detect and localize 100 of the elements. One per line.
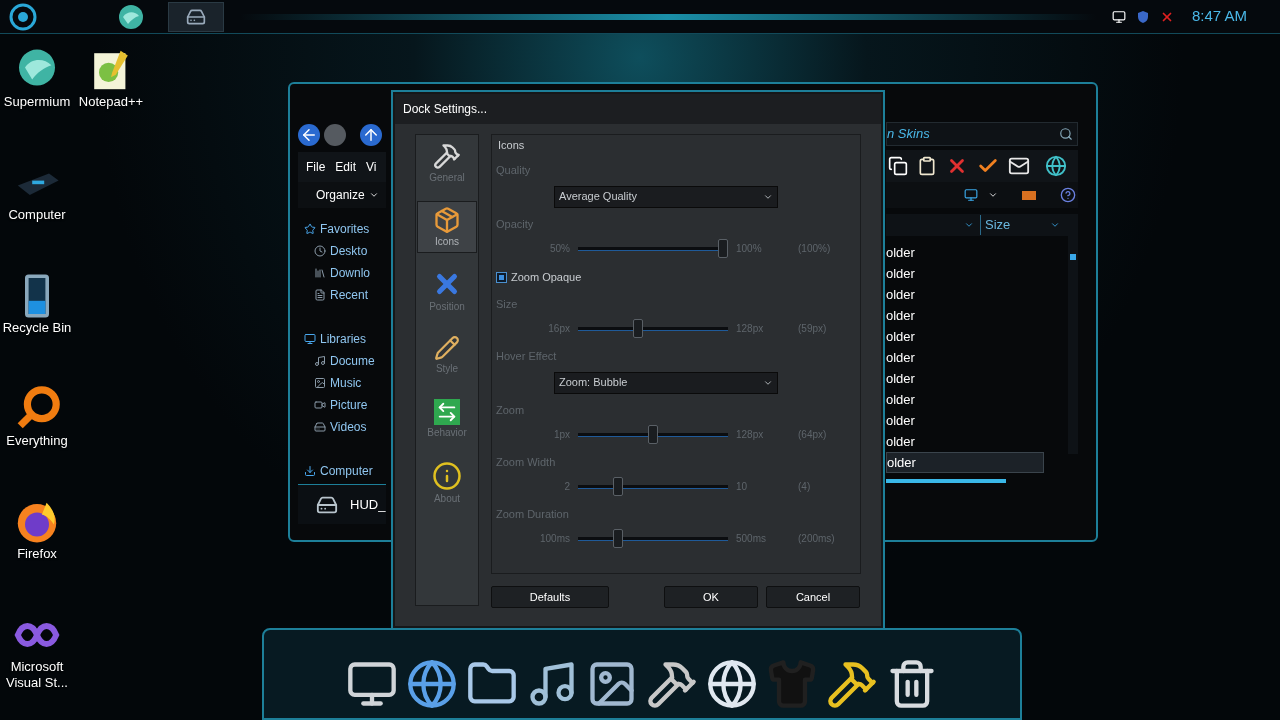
nav-icon	[314, 421, 326, 433]
tools-icon	[433, 141, 461, 170]
nav-item[interactable]: Recent	[298, 284, 386, 306]
globe-icon[interactable]	[706, 658, 758, 710]
file-row[interactable]: older	[886, 410, 1044, 431]
icon-label: Computer	[8, 207, 66, 223]
file-row[interactable]: older	[886, 326, 1044, 347]
file-row[interactable]: older	[886, 242, 1044, 263]
nav-item[interactable]: Computer	[298, 460, 386, 482]
group-title: Icons	[498, 138, 526, 153]
nav-item[interactable]: Favorites	[298, 218, 386, 240]
nav-item[interactable]: Deskto	[298, 240, 386, 262]
setting-label: Zoom Width	[496, 454, 557, 470]
slider-min: 2	[563, 480, 571, 494]
help-icon[interactable]	[1060, 187, 1076, 203]
nav-item[interactable]: Downlo	[298, 262, 386, 284]
nav-icon	[314, 377, 326, 389]
file-row[interactable]: older	[886, 305, 1044, 326]
slider-track[interactable]	[578, 477, 728, 496]
slider-thumb[interactable]	[613, 477, 623, 496]
slider-max: 128px	[735, 322, 765, 336]
nav-item[interactable]: Videos	[298, 416, 386, 438]
nav-icon	[304, 333, 316, 345]
nav-item[interactable]: Picture	[298, 394, 386, 416]
nav-icon	[314, 355, 326, 367]
slider-track[interactable]	[578, 319, 728, 338]
slider-track[interactable]	[578, 425, 728, 444]
slider-reading: (4)	[798, 480, 811, 494]
file-row[interactable]: older	[886, 347, 1044, 368]
menu-item[interactable]: File	[306, 158, 326, 176]
setting-label: Zoom	[496, 402, 526, 418]
dialog-button[interactable]: OK	[664, 586, 758, 608]
dialog-title: Dock Settings...	[403, 101, 488, 118]
globe-icon[interactable]	[1045, 155, 1067, 177]
file-row[interactable]: older	[886, 263, 1044, 284]
shield-icon[interactable]	[1136, 9, 1150, 24]
dialog-button[interactable]: Defaults	[491, 586, 609, 608]
search-field[interactable]: n Skins	[886, 122, 1078, 146]
menu-item[interactable]: Vi	[366, 158, 377, 176]
box-icon	[433, 205, 461, 234]
menu-item[interactable]: Edit	[335, 158, 357, 176]
file-row[interactable]: older	[886, 452, 1044, 473]
icon-label: Microsoft Visual St...	[5, 659, 69, 691]
slider-track[interactable]	[578, 529, 728, 548]
column-caret-icon[interactable]	[964, 220, 974, 230]
start-icon[interactable]	[8, 1, 38, 32]
nav-item[interactable]: Music	[298, 372, 386, 394]
nav-icon	[314, 245, 326, 257]
sidebar-tab[interactable]: Icons	[417, 201, 477, 253]
nav-icon	[314, 289, 326, 301]
checkbox[interactable]	[496, 272, 507, 283]
icon-label: Recycle Bin	[2, 320, 72, 336]
slider-reading: (64px)	[798, 428, 827, 442]
view-icon[interactable]	[964, 188, 978, 202]
copy-icon[interactable]	[888, 156, 908, 176]
file-row[interactable]: older	[886, 431, 1044, 452]
icon-label: Firefox	[17, 546, 57, 562]
details-name: HUD_	[350, 495, 386, 514]
globe-icon[interactable]	[406, 658, 458, 710]
nav-icon	[314, 399, 326, 411]
back-icon[interactable]	[298, 124, 320, 146]
nav-icon	[304, 465, 316, 477]
clipboard-icon[interactable]	[917, 156, 937, 176]
icon-label: Everything	[6, 433, 68, 449]
arrows-icon	[434, 398, 460, 425]
info-icon	[432, 460, 462, 491]
dialog-button[interactable]: Cancel	[766, 586, 860, 608]
pane-icon[interactable]	[1022, 190, 1036, 200]
slider-thumb[interactable]	[718, 239, 728, 258]
column-caret-icon[interactable]	[1050, 220, 1060, 230]
network-icon[interactable]	[1112, 9, 1126, 24]
dropdown[interactable]: Zoom: Bubble	[554, 371, 778, 394]
clock: 8:47 AM	[1192, 6, 1249, 27]
up-icon[interactable]	[360, 124, 382, 146]
nav-icon	[304, 223, 316, 235]
caret-icon[interactable]	[988, 190, 998, 200]
nav-item[interactable]: Docume	[298, 350, 386, 372]
explorer-taskbar-icon[interactable]	[168, 1, 224, 32]
caret-icon	[368, 190, 379, 200]
nav-icon	[314, 267, 326, 279]
organize-button[interactable]: Organize	[298, 182, 386, 208]
icon-label: Notepad++	[78, 94, 144, 110]
slider-track[interactable]	[578, 239, 728, 258]
setting-label: Zoom Duration	[496, 506, 570, 522]
mail-icon[interactable]	[1008, 155, 1030, 177]
checkbox-label: Zoom Opaque	[511, 270, 582, 286]
file-row[interactable]: older	[886, 389, 1044, 410]
file-row[interactable]: older	[886, 284, 1044, 305]
pencil-icon	[434, 334, 460, 361]
slider-thumb[interactable]	[632, 319, 643, 338]
slider-thumb[interactable]	[613, 529, 623, 548]
nav-item[interactable]: Libraries	[298, 328, 386, 350]
file-row[interactable]: older	[886, 368, 1044, 389]
setting-label: Hover Effect	[496, 348, 558, 364]
icon-label: Supermium	[3, 94, 71, 110]
scrollbar[interactable]	[1068, 214, 1078, 454]
search-icon	[1059, 127, 1073, 141]
setting-label: Quality	[496, 162, 532, 178]
slider-thumb[interactable]	[648, 425, 658, 444]
dropdown[interactable]: Average Quality	[554, 185, 778, 208]
